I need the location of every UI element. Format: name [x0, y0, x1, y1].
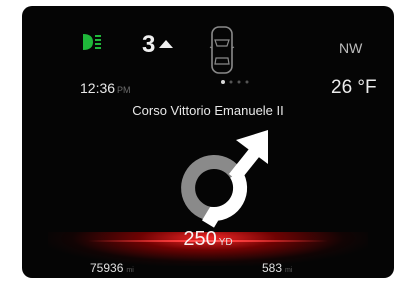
- distance-unit: YD: [218, 237, 233, 248]
- compass-heading: NW: [339, 40, 363, 56]
- page-dot: [229, 80, 233, 84]
- instrument-cluster-frame: 3 NW 12:36 PM 26 °F Corso Vittorio Emanue…: [0, 0, 414, 287]
- fuel-range: 583 mi: [262, 261, 292, 275]
- odometer-unit: mi: [126, 267, 134, 274]
- clock-ampm: PM: [117, 85, 131, 95]
- distance-to-turn: 250 YD: [22, 228, 394, 251]
- distance-value: 250: [183, 228, 217, 250]
- odometer: 75936 mi: [90, 261, 134, 275]
- clock-time: 12:36: [80, 80, 116, 96]
- roundabout-exit-icon: [181, 130, 268, 228]
- street-name: Corso Vittorio Emanuele II: [132, 103, 284, 118]
- page-indicator: [221, 80, 249, 84]
- range-unit: mi: [285, 267, 293, 274]
- page-dot: [221, 80, 225, 84]
- car-topview-icon: [209, 26, 235, 74]
- page-dot: [237, 80, 241, 84]
- page-dot: [245, 80, 249, 84]
- clock: 12:36 PM: [80, 80, 131, 96]
- outside-temperature: 26 °F: [331, 77, 377, 98]
- headlight-on-icon: [83, 34, 101, 50]
- gear-indicator: 3: [142, 31, 156, 58]
- cluster-display: 3 NW 12:36 PM 26 °F Corso Vittorio Emanue…: [22, 6, 394, 278]
- odometer-value: 75936: [90, 261, 124, 275]
- upshift-arrow-icon: [159, 40, 173, 48]
- range-value: 583: [262, 261, 283, 275]
